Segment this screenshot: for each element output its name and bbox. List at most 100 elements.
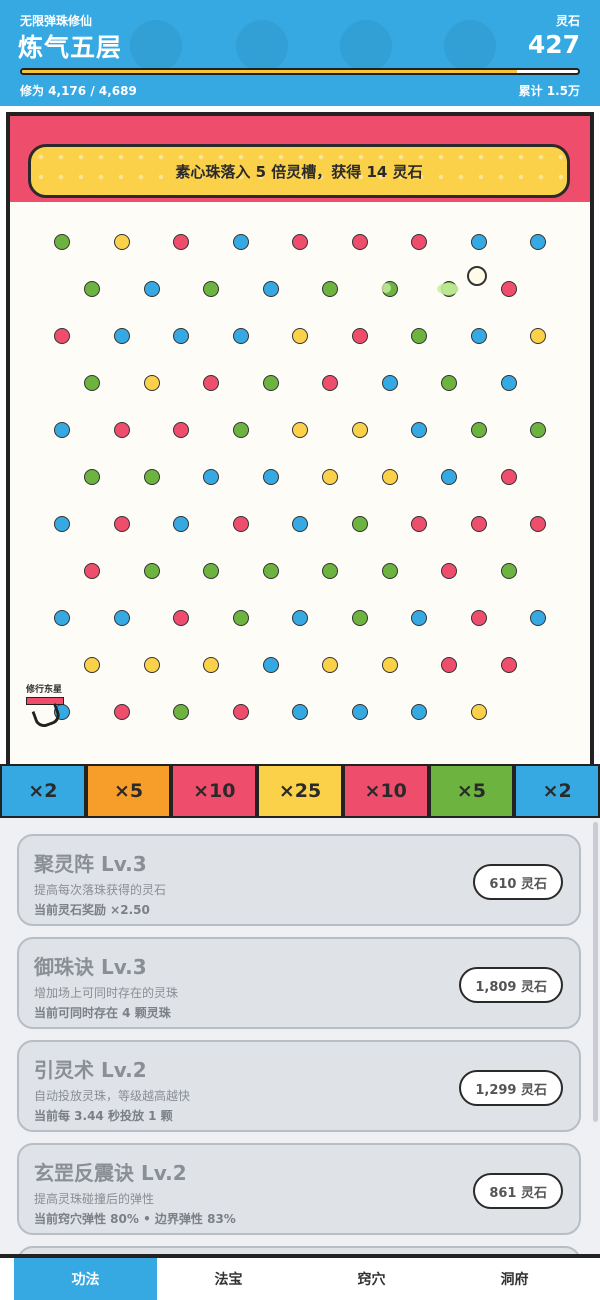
- spirit-ball: [467, 266, 487, 286]
- header-decoration: [340, 20, 392, 72]
- peg: [322, 469, 338, 485]
- peg: [441, 563, 457, 579]
- peg: [530, 234, 546, 250]
- upgrade-buy-button[interactable]: 1,809 灵石: [459, 967, 563, 1003]
- upgrade-list[interactable]: 聚灵阵 Lv.3 提高每次落珠获得的灵石 当前灵石奖励 ×2.50 610 灵石…: [0, 818, 600, 1254]
- upgrade-card[interactable]: 玄罡反震诀 Lv.2 提高灵珠碰撞后的弹性 当前窍穴弹性 80% • 边界弹性 …: [17, 1143, 581, 1235]
- peg: [411, 234, 427, 250]
- header-decoration: [444, 20, 496, 72]
- peg: [262, 281, 279, 297]
- stone-label: 灵石: [555, 14, 580, 28]
- upgrade-card[interactable]: [17, 1246, 581, 1254]
- peg: [500, 563, 517, 579]
- peg: [84, 469, 100, 485]
- upgrade-title: 玄罡反震诀 Lv.2: [34, 1161, 187, 1185]
- peg: [381, 281, 398, 297]
- multiplier-slots: ×2 ×5 ×10 ×25 ×10 ×5 ×2: [0, 764, 600, 818]
- peg: [262, 469, 279, 485]
- upgrade-title: 引灵术 Lv.2: [34, 1058, 147, 1082]
- result-banner-text: 素心珠落入 5 倍灵槽，获得 14 灵石: [175, 162, 423, 181]
- peg: [203, 563, 219, 579]
- upgrade-card[interactable]: 御珠诀 Lv.3 增加场上可同时存在的灵珠 当前可同时存在 4 颗灵珠 1,80…: [17, 937, 581, 1029]
- multiplier-slot: ×5: [428, 764, 515, 818]
- peg: [322, 563, 338, 579]
- peg: [173, 234, 189, 250]
- peg: [54, 422, 70, 438]
- tab-fabao[interactable]: 法宝: [157, 1258, 300, 1300]
- upgrade-desc: 自动投放灵珠，等级越高越快: [34, 1089, 191, 1103]
- peg: [232, 704, 249, 720]
- upgrade-card[interactable]: 聚灵阵 Lv.3 提高每次落珠获得的灵石 当前灵石奖励 ×2.50 610 灵石: [17, 834, 581, 926]
- peg: [203, 469, 219, 485]
- peg: [262, 657, 279, 673]
- xp-progress-bar: [20, 68, 580, 75]
- upgrade-desc: 提高灵珠碰撞后的弹性: [34, 1192, 155, 1206]
- header-decoration: [130, 20, 182, 72]
- peg: [262, 375, 279, 391]
- peg: [203, 375, 219, 391]
- peg: [173, 610, 189, 626]
- ball-trail: [381, 283, 391, 293]
- peg: [173, 516, 189, 532]
- result-banner: 素心珠落入 5 倍灵槽，获得 14 灵石: [28, 144, 570, 198]
- peg: [292, 516, 308, 532]
- peg: [322, 375, 338, 391]
- bottom-tab-bar: 功法 法宝 窍穴 洞府: [0, 1254, 600, 1300]
- peg: [530, 516, 546, 532]
- peg: [500, 469, 517, 485]
- upgrade-buy-button[interactable]: 861 灵石: [473, 1173, 563, 1209]
- multiplier-slot: ×5: [85, 764, 172, 818]
- peg: [143, 657, 160, 673]
- peg: [143, 281, 160, 297]
- upgrade-desc: 增加场上可同时存在的灵珠: [34, 986, 179, 1000]
- launcher-cup: [31, 703, 63, 730]
- peg: [232, 516, 249, 532]
- peg: [84, 563, 100, 579]
- peg: [173, 704, 189, 720]
- peg: [381, 657, 398, 673]
- peg: [470, 516, 487, 532]
- upgrade-buy-button[interactable]: 610 灵石: [473, 864, 563, 900]
- peg: [470, 422, 487, 438]
- peg: [322, 281, 338, 297]
- peg: [530, 610, 546, 626]
- peg: [530, 328, 546, 344]
- peg: [381, 469, 398, 485]
- launcher-bar: [26, 697, 64, 705]
- peg: [500, 281, 517, 297]
- upgrade-card[interactable]: 引灵术 Lv.2 自动投放灵珠，等级越高越快 当前每 3.44 秒投放 1 颗 …: [17, 1040, 581, 1132]
- peg: [411, 516, 427, 532]
- peg: [411, 328, 427, 344]
- peg: [54, 516, 70, 532]
- launcher[interactable]: 修行东星: [26, 682, 66, 732]
- tab-gongfa[interactable]: 功法: [14, 1258, 157, 1300]
- ball-trail: [437, 283, 459, 295]
- peg: [84, 657, 100, 673]
- peg: [143, 375, 160, 391]
- peg: [441, 281, 457, 297]
- peg: [113, 704, 130, 720]
- peg: [232, 234, 249, 250]
- peg: [381, 375, 398, 391]
- upgrade-desc: 提高每次落珠获得的灵石: [34, 883, 167, 897]
- upgrade-buy-button[interactable]: 1,299 灵石: [459, 1070, 563, 1106]
- pachinko-board[interactable]: 素心珠落入 5 倍灵槽，获得 14 灵石 修行东星: [10, 116, 590, 816]
- peg: [351, 516, 368, 532]
- header: 无限弹珠修仙 炼气五层 灵石 427 修为 4,176 / 4,689 累计 1…: [0, 0, 600, 106]
- peg: [232, 610, 249, 626]
- tab-qiaoxue[interactable]: 窍穴: [300, 1258, 443, 1300]
- peg: [470, 704, 487, 720]
- peg: [203, 657, 219, 673]
- peg: [143, 563, 160, 579]
- tab-dongfu[interactable]: 洞府: [443, 1258, 586, 1300]
- upgrade-title: 御珠诀 Lv.3: [34, 955, 147, 979]
- peg: [292, 328, 308, 344]
- peg: [530, 422, 546, 438]
- peg: [470, 234, 487, 250]
- xp-progress-fill: [22, 70, 517, 73]
- upgrade-title: 聚灵阵 Lv.3: [34, 852, 147, 876]
- multiplier-slot: ×10: [342, 764, 429, 818]
- scrollbar[interactable]: [593, 822, 598, 1122]
- peg: [351, 234, 368, 250]
- peg: [262, 563, 279, 579]
